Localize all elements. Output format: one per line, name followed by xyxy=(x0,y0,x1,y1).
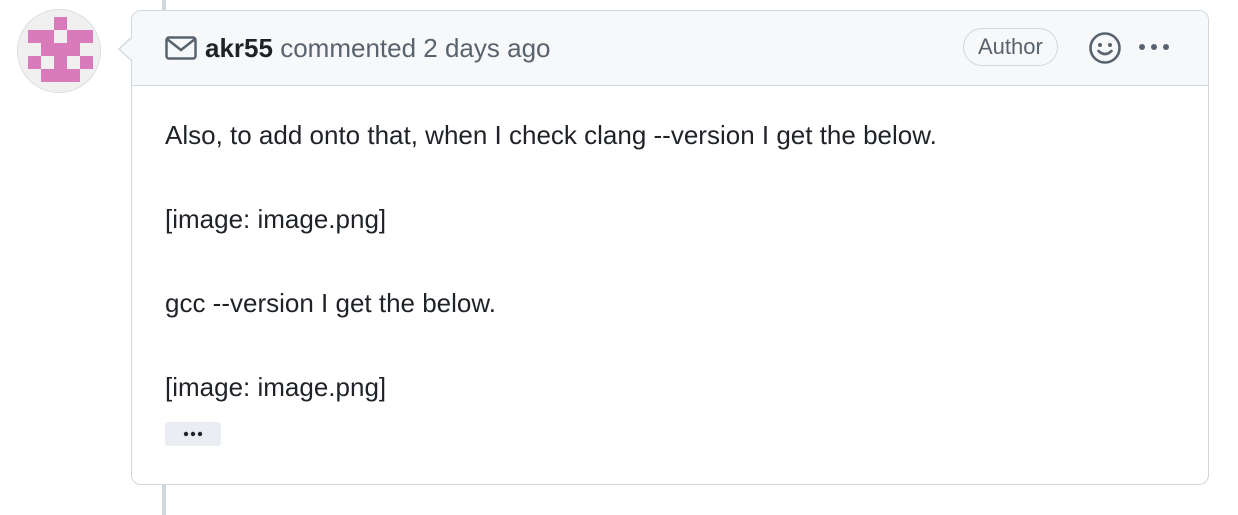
mail-icon xyxy=(165,36,197,60)
action-text: commented xyxy=(280,33,417,63)
kebab-horizontal-icon[interactable] xyxy=(1134,31,1174,63)
identicon-icon xyxy=(18,10,100,92)
comment-arrow-inner xyxy=(120,37,133,61)
avatar[interactable] xyxy=(17,9,101,93)
comment-paragraph: Also, to add onto that, when I check cla… xyxy=(165,120,937,150)
expand-hidden-text-button[interactable] xyxy=(165,422,221,446)
timestamp-link[interactable]: 2 days ago xyxy=(423,33,550,63)
author-badge: Author xyxy=(963,28,1058,66)
comment-paragraph: [image: image.png] xyxy=(165,372,387,402)
comment-paragraph: [image: image.png] xyxy=(165,204,387,234)
comment-header: akr55 commented 2 days ago Author xyxy=(132,11,1208,86)
ellipsis-icon xyxy=(183,431,203,437)
smiley-icon[interactable] xyxy=(1087,30,1123,66)
author-link[interactable]: akr55 xyxy=(205,33,273,63)
comment-paragraph: gcc --version I get the below. xyxy=(165,288,496,318)
comment-header-text: akr55 commented 2 days ago xyxy=(205,32,551,64)
comment-box: akr55 commented 2 days ago Author Also, … xyxy=(131,10,1209,485)
